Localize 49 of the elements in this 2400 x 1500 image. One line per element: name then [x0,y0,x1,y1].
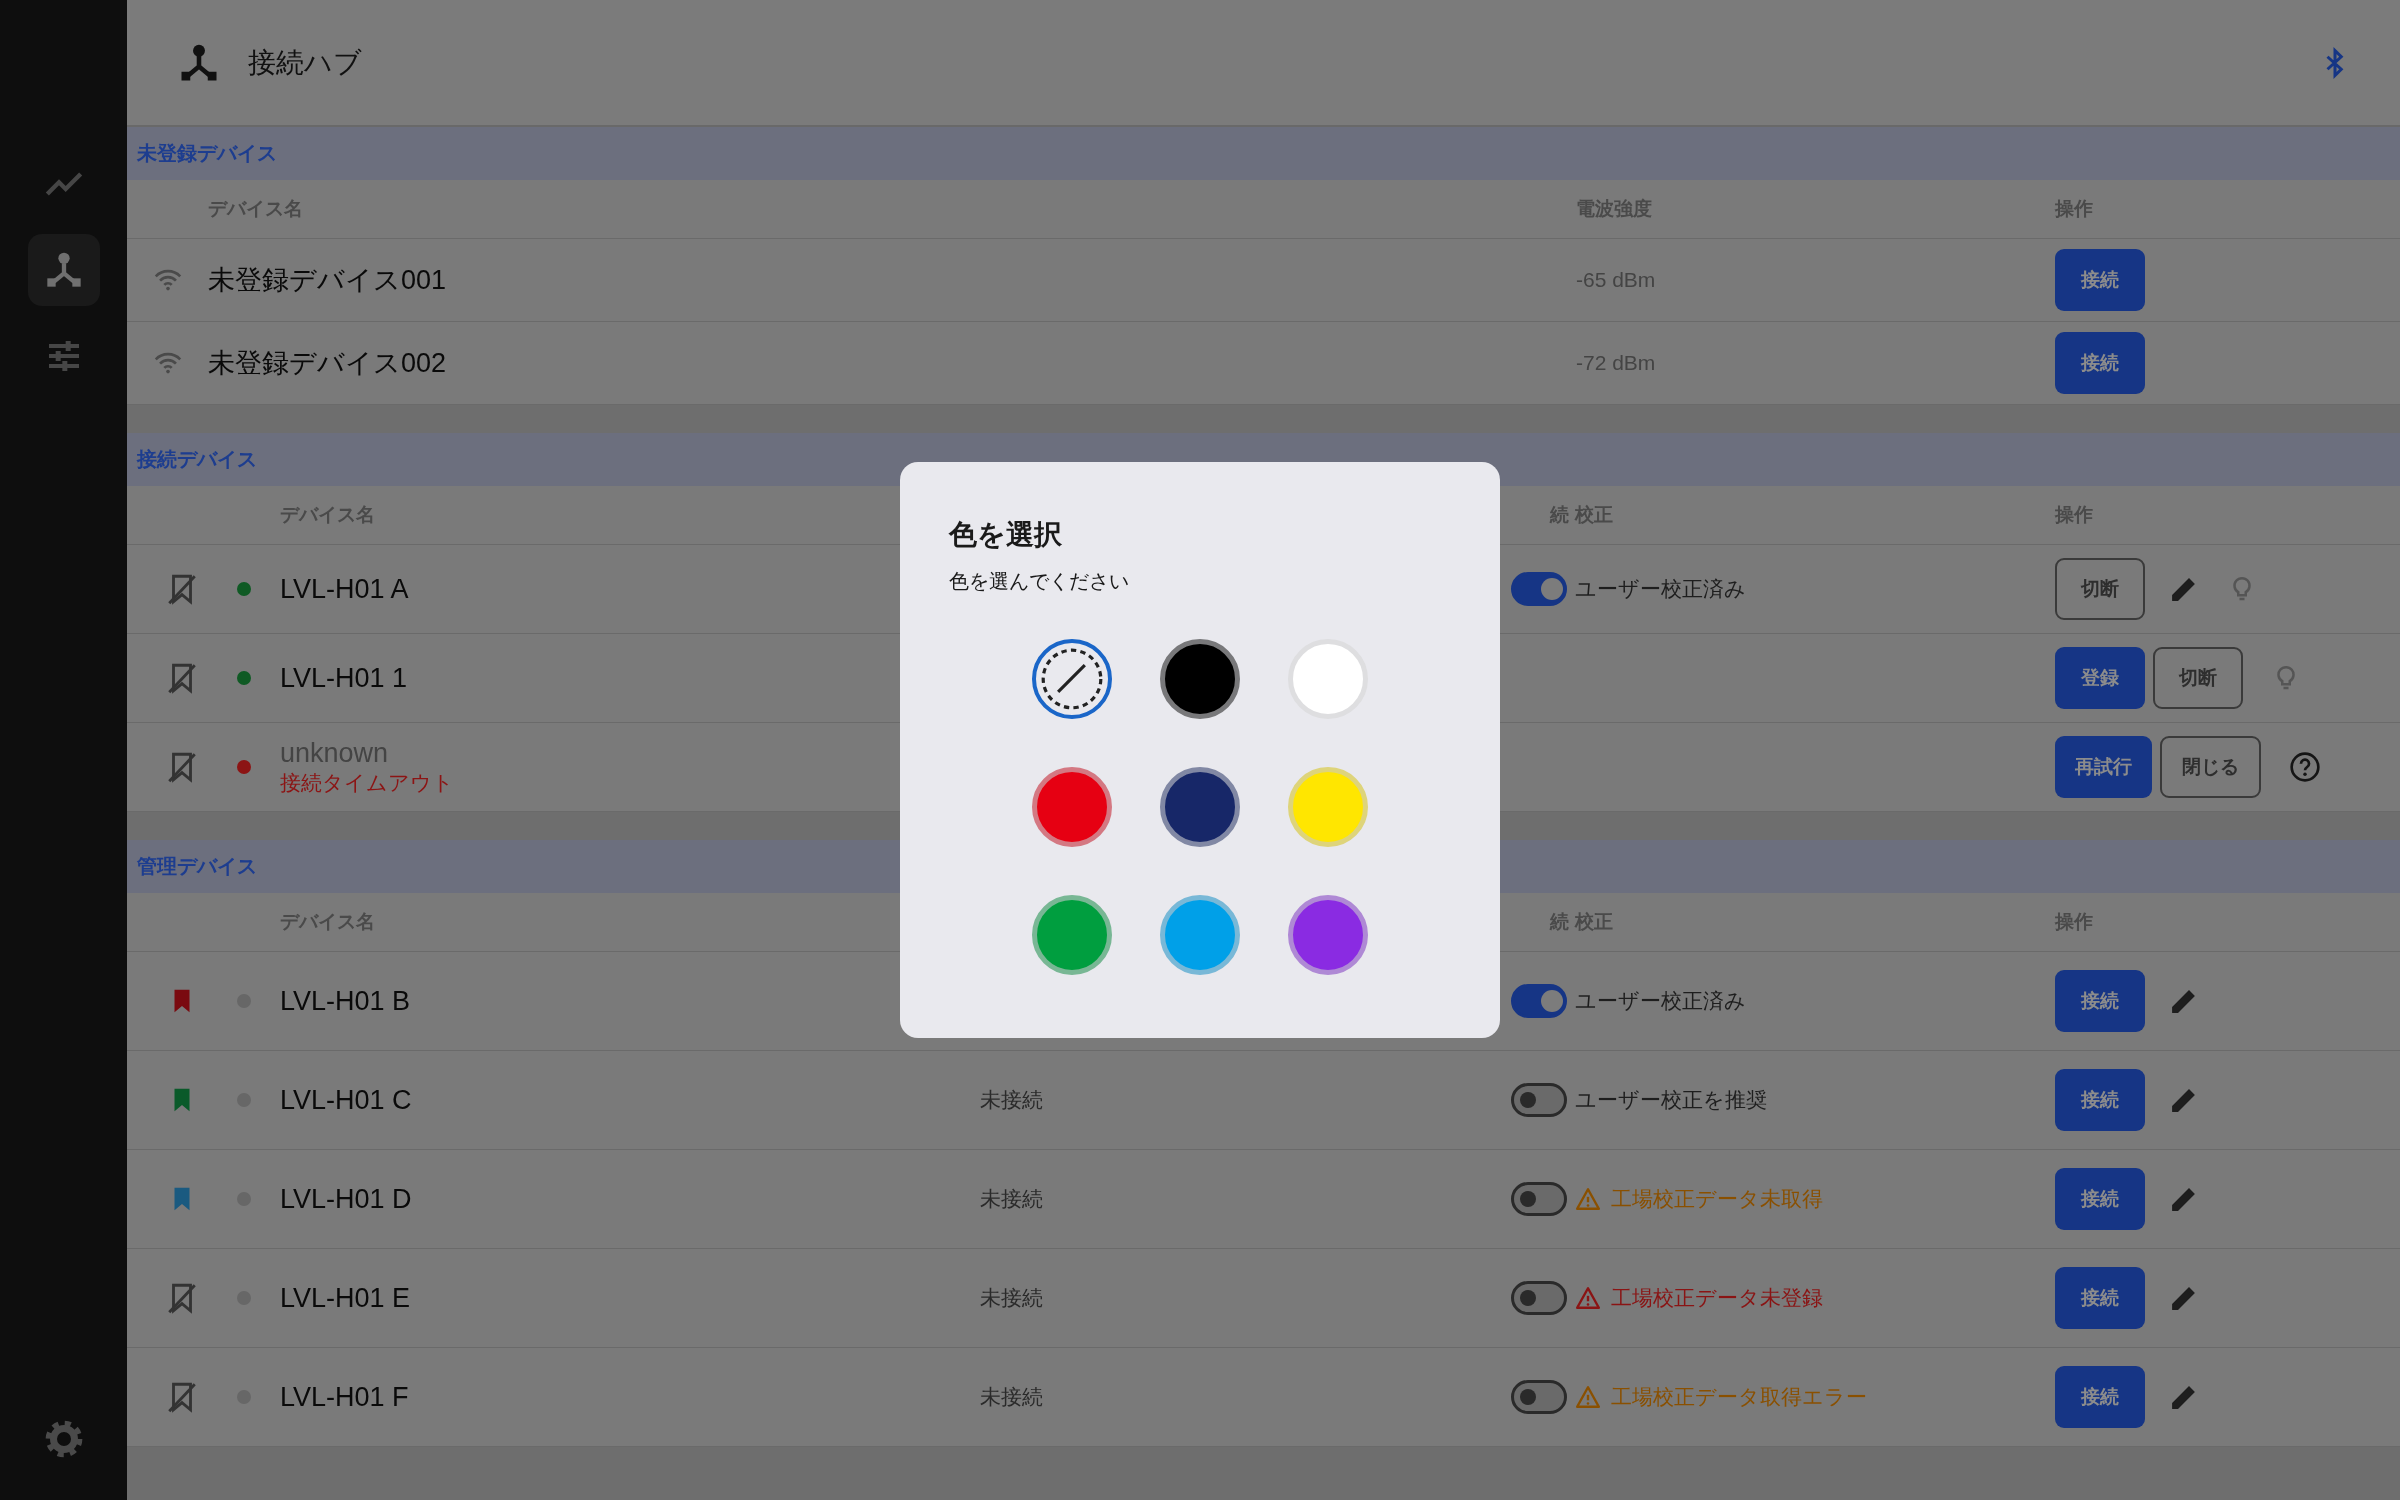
wifi-icon [152,352,183,374]
error-message: 接続タイムアウト [280,769,454,796]
section-title: 接続デバイス [137,447,257,472]
connection-status: 未接続 [980,1088,1043,1111]
device-name: LVL-H01 A [280,573,409,605]
device-name: 未登録デバイス001 [208,264,448,297]
calibration-status: ユーザー校正済み [1575,988,1746,1014]
device-name: LVL-H01 E [280,1282,411,1314]
connect-button[interactable]: 接続 [2055,1069,2145,1131]
toggle-switch[interactable] [1511,1083,1567,1117]
connect-button[interactable]: 接続 [2055,332,2145,394]
device-name: LVL-H01 1 [280,662,408,694]
connection-status: 未接続 [980,1286,1043,1309]
calibration-status: 工場校正データ未取得 [1611,1186,1823,1212]
toggle-switch[interactable] [1511,984,1567,1018]
calibration-status: ユーザー校正を推奨 [1575,1087,1767,1113]
connect-button[interactable]: 接続 [2055,970,2145,1032]
section-title: 未登録デバイス [137,141,277,166]
wifi-icon [152,269,183,291]
device-name: LVL-H01 C [280,1084,412,1116]
device-name: 未登録デバイス002 [208,347,448,380]
calibration-status: 工場校正データ未登録 [1611,1285,1823,1311]
page-title: 接続ハブ [248,45,363,80]
device-name: LVL-H01 B [280,985,411,1017]
toggle-switch[interactable] [1511,572,1567,606]
calibration-status: ユーザー校正済み [1575,577,1746,600]
action-button[interactable]: 再試行 [2055,736,2152,798]
nav-item[interactable] [27,234,100,306]
device-name: LVL-H01 F [280,1381,409,1413]
secondary-button[interactable]: 切断 [2055,558,2145,620]
action-button[interactable]: 登録 [2055,647,2145,709]
help-icon[interactable] [2289,751,2321,783]
connect-button[interactable]: 接続 [2055,249,2145,311]
connect-button[interactable]: 接続 [2055,1168,2145,1230]
dialog-title: 色を選択 [949,518,1063,552]
dialog-subtitle: 色を選んでください [949,569,1130,594]
toggle-switch[interactable] [1511,1281,1567,1315]
connection-status: 未接続 [980,1385,1043,1408]
secondary-button[interactable]: 切断 [2153,647,2243,709]
device-name: LVL-H01 D [280,1183,412,1215]
section-title: 管理デバイス [137,854,257,879]
connect-button[interactable]: 接続 [2055,1267,2145,1329]
no-color-swatch[interactable] [1032,639,1112,719]
toggle-switch[interactable] [1511,1182,1567,1216]
secondary-button[interactable]: 閉じる [2160,736,2261,798]
connection-status: 未接続 [980,1187,1043,1210]
connect-button[interactable]: 接続 [2055,1366,2145,1428]
toggle-switch[interactable] [1511,1380,1567,1414]
calibration-status: 工場校正データ取得エラー [1611,1384,1867,1410]
